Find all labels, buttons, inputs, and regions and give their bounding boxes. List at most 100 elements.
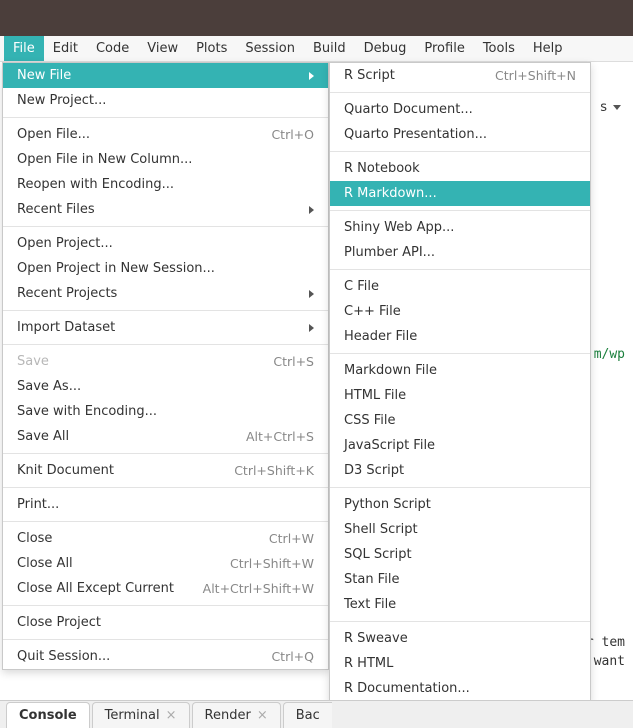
- file-menu-item-save-with-encoding[interactable]: Save with Encoding...: [3, 399, 328, 424]
- menu-edit[interactable]: Edit: [44, 36, 87, 61]
- newfile-item-separator: [330, 269, 590, 270]
- menu-item-label: New File: [17, 68, 299, 83]
- newfile-item-python-script[interactable]: Python Script: [330, 492, 590, 517]
- file-menu-item-reopen-with-encoding[interactable]: Reopen with Encoding...: [3, 172, 328, 197]
- tab-console[interactable]: Console: [6, 702, 90, 728]
- file-menu-item-quit-session[interactable]: Quit Session...Ctrl+Q: [3, 644, 328, 669]
- close-icon[interactable]: ×: [166, 709, 177, 722]
- newfile-item-html-file[interactable]: HTML File: [330, 383, 590, 408]
- tab-bac[interactable]: Bac: [283, 702, 332, 728]
- file-menu-item-separator: [3, 344, 328, 345]
- newfile-item-stan-file[interactable]: Stan File: [330, 567, 590, 592]
- newfile-item-quarto-presentation[interactable]: Quarto Presentation...: [330, 122, 590, 147]
- menu-item-label: Close All Except Current: [17, 581, 189, 596]
- file-menu-dropdown: New File New Project... Open File... Ctrl+O…: [2, 62, 329, 670]
- file-menu-item-separator: [3, 605, 328, 606]
- file-menu-item-close-all[interactable]: Close All Ctrl+Shift+W: [3, 551, 328, 576]
- menu-item-label: Save As...: [17, 379, 314, 394]
- menu-item-label: R Script: [344, 68, 481, 83]
- newfile-item-javascript-file[interactable]: JavaScript File: [330, 433, 590, 458]
- menu-item-label: Text File: [344, 597, 576, 612]
- menu-label: Build: [313, 41, 346, 56]
- newfile-item-shell-script[interactable]: Shell Script: [330, 517, 590, 542]
- menu-item-label: CSS File: [344, 413, 576, 428]
- file-menu-item-save-as[interactable]: Save As...: [3, 374, 328, 399]
- newfile-item-markdown-file[interactable]: Markdown File: [330, 358, 590, 383]
- menu-item-label: Recent Files: [17, 202, 299, 217]
- menu-item-label: Open Project...: [17, 236, 314, 251]
- close-icon[interactable]: ×: [257, 709, 268, 722]
- file-menu-item-open-project[interactable]: Open Project...: [3, 231, 328, 256]
- menu-debug[interactable]: Debug: [355, 36, 416, 61]
- newfile-item-header-file[interactable]: Header File: [330, 324, 590, 349]
- file-menu-item-separator: [3, 521, 328, 522]
- menu-label: Help: [533, 41, 563, 56]
- newfile-item-r-html[interactable]: R HTML: [330, 651, 590, 676]
- menu-item-label: Print...: [17, 497, 314, 512]
- file-menu-item-save-all[interactable]: Save AllAlt+Ctrl+S: [3, 424, 328, 449]
- menu-code[interactable]: Code: [87, 36, 138, 61]
- newfile-item-sql-script[interactable]: SQL Script: [330, 542, 590, 567]
- file-menu-item-import-dataset[interactable]: Import Dataset: [3, 315, 328, 340]
- newfile-item-plumber-api[interactable]: Plumber API...: [330, 240, 590, 265]
- newfile-item-r-sweave[interactable]: R Sweave: [330, 626, 590, 651]
- menu-item-label: Open Project in New Session...: [17, 261, 314, 276]
- newfile-item-r-script[interactable]: R ScriptCtrl+Shift+N: [330, 63, 590, 88]
- menu-item-label: Reopen with Encoding...: [17, 177, 314, 192]
- tab-label: Console: [19, 708, 77, 723]
- file-menu-item-open-file[interactable]: Open File... Ctrl+O: [3, 122, 328, 147]
- menu-item-label: Header File: [344, 329, 576, 344]
- menu-item-label: R Sweave: [344, 631, 576, 646]
- project-dropdown-label: s: [600, 100, 607, 115]
- menu-item-label: C File: [344, 279, 576, 294]
- menu-profile[interactable]: Profile: [415, 36, 473, 61]
- newfile-item-quarto-document[interactable]: Quarto Document...: [330, 97, 590, 122]
- chevron-right-icon: [309, 290, 314, 298]
- file-menu-item-knit-document[interactable]: Knit DocumentCtrl+Shift+K: [3, 458, 328, 483]
- menu-label: File: [13, 41, 35, 56]
- menu-item-shortcut: Ctrl+S: [273, 354, 314, 369]
- menu-item-label: Open File...: [17, 127, 257, 142]
- menu-item-shortcut: Ctrl+Shift+W: [230, 556, 314, 571]
- newfile-item-css-file[interactable]: CSS File: [330, 408, 590, 433]
- menu-build[interactable]: Build: [304, 36, 355, 61]
- menu-item-shortcut: Ctrl+O: [271, 127, 314, 142]
- file-menu-item-print[interactable]: Print...: [3, 492, 328, 517]
- newfile-item-d3-script[interactable]: D3 Script: [330, 458, 590, 483]
- tab-label: Render: [205, 708, 251, 723]
- menu-help[interactable]: Help: [524, 36, 572, 61]
- tab-render[interactable]: Render ×: [192, 702, 281, 728]
- file-menu-item-close[interactable]: CloseCtrl+W: [3, 526, 328, 551]
- file-menu-item-open-file-in-new-column[interactable]: Open File in New Column...: [3, 147, 328, 172]
- menu-item-label: Close: [17, 531, 255, 546]
- file-menu-item-new-file[interactable]: New File: [3, 63, 328, 88]
- project-dropdown[interactable]: s: [600, 100, 621, 115]
- file-menu-item-open-project-in-new-session[interactable]: Open Project in New Session...: [3, 256, 328, 281]
- newfile-item-text-file[interactable]: Text File: [330, 592, 590, 617]
- newfile-item-r-notebook[interactable]: R Notebook: [330, 156, 590, 181]
- tab-terminal[interactable]: Terminal×: [92, 702, 190, 728]
- newfile-item-c-file[interactable]: C File: [330, 274, 590, 299]
- menu-item-shortcut: Alt+Ctrl+Shift+W: [203, 581, 314, 596]
- newfile-item-c-file[interactable]: C++ File: [330, 299, 590, 324]
- file-menu-item-recent-projects[interactable]: Recent Projects: [3, 281, 328, 306]
- menu-plots[interactable]: Plots: [187, 36, 236, 61]
- newfile-item-shiny-web-app[interactable]: Shiny Web App...: [330, 215, 590, 240]
- file-menu-item-new-project[interactable]: New Project...: [3, 88, 328, 113]
- menu-item-shortcut: Ctrl+Q: [271, 649, 314, 664]
- menu-file[interactable]: File: [4, 36, 44, 61]
- menu-label: Debug: [364, 41, 407, 56]
- newfile-item-separator: [330, 353, 590, 354]
- menu-item-label: R Notebook: [344, 161, 576, 176]
- file-menu-item-close-all-except-current[interactable]: Close All Except Current Alt+Ctrl+Shift+W: [3, 576, 328, 601]
- menu-item-label: Stan File: [344, 572, 576, 587]
- menu-tools[interactable]: Tools: [474, 36, 524, 61]
- file-menu-item-close-project[interactable]: Close Project: [3, 610, 328, 635]
- file-menu-item-recent-files[interactable]: Recent Files: [3, 197, 328, 222]
- menu-item-label: Close All: [17, 556, 216, 571]
- menu-view[interactable]: View: [138, 36, 187, 61]
- newfile-item-r-documentation[interactable]: R Documentation...: [330, 676, 590, 701]
- file-menu-item-save: SaveCtrl+S: [3, 349, 328, 374]
- newfile-item-r-markdown[interactable]: R Markdown...: [330, 181, 590, 206]
- menu-session[interactable]: Session: [236, 36, 304, 61]
